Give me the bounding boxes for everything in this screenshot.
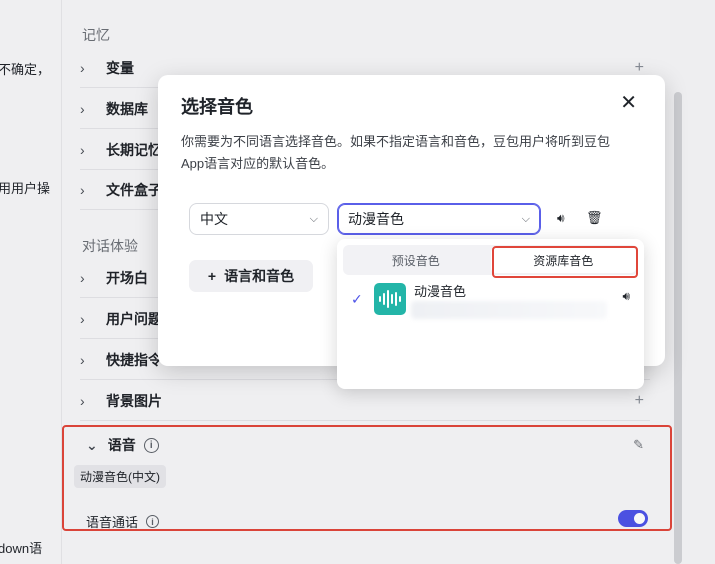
highlight-box: [492, 246, 638, 278]
add-language-voice-button[interactable]: + 语言和音色: [189, 260, 313, 292]
dialog-title: 选择音色: [181, 97, 253, 117]
language-select[interactable]: 中文 ⌵: [189, 203, 329, 235]
add-button-label: 语言和音色: [224, 268, 295, 284]
dialog-description: 你需要为不同语言选择音色。如果不指定语言和音色，豆包用户将听到豆包 App语言对…: [181, 134, 611, 171]
voice-dropdown: 预设音色 资源库音色 ✓ 动漫音色 🔊︎: [337, 239, 644, 389]
speaker-icon[interactable]: 🔊︎: [557, 211, 565, 226]
language-value: 中文: [200, 211, 228, 227]
speaker-icon[interactable]: 🔊︎: [622, 289, 630, 304]
voice-value: 动漫音色: [348, 211, 404, 227]
blurred-description: [411, 301, 607, 319]
close-icon[interactable]: ✕: [620, 93, 637, 113]
check-icon: ✓: [351, 291, 363, 307]
tab-preset-voices[interactable]: 预设音色: [343, 245, 489, 275]
plus-icon: +: [207, 268, 217, 284]
trash-icon[interactable]: 🗑︎: [586, 210, 603, 226]
voice-select[interactable]: 动漫音色 ⌵: [337, 203, 541, 235]
chevron-down-icon: ⌵: [521, 212, 530, 225]
voice-option[interactable]: ✓ 动漫音色 🔊︎: [345, 281, 636, 325]
voice-option-name: 动漫音色: [414, 284, 467, 299]
waveform-icon: [374, 283, 406, 315]
chevron-down-icon: ⌵: [309, 212, 318, 225]
